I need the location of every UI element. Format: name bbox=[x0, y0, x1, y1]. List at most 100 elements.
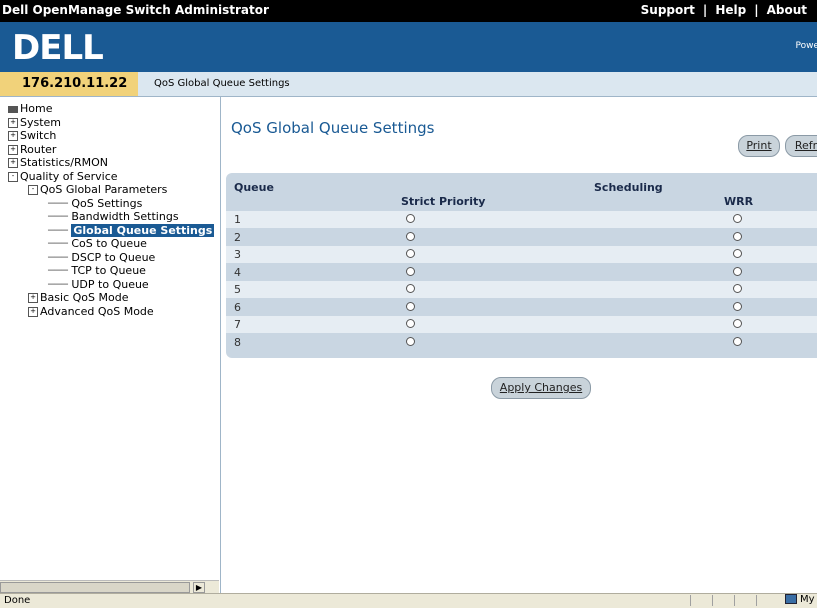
status-text: Done bbox=[4, 595, 31, 606]
table-row: 7 bbox=[226, 316, 817, 333]
queue-number: 4 bbox=[234, 265, 241, 279]
tree-item[interactable]: + Switch bbox=[8, 129, 214, 143]
tree-item-label[interactable]: System bbox=[20, 116, 61, 129]
app-title: Dell OpenManage Switch Administrator bbox=[2, 3, 269, 17]
strict-priority-radio[interactable] bbox=[406, 214, 415, 223]
about-link[interactable]: About bbox=[767, 3, 807, 17]
brand-bar: DELL Powe bbox=[0, 22, 817, 72]
tree-item[interactable]: + Basic QoS Mode bbox=[8, 291, 214, 305]
strict-priority-radio[interactable] bbox=[406, 301, 415, 311]
title-bar: Dell OpenManage Switch Administrator Sup… bbox=[0, 0, 817, 22]
strict-priority-radio[interactable] bbox=[406, 336, 415, 346]
tree-item-label[interactable]: Global Queue Settings bbox=[71, 223, 215, 237]
table-row: 1 bbox=[226, 211, 817, 228]
tree-item-label[interactable]: TCP to Queue bbox=[71, 264, 146, 277]
tree-item-label[interactable]: Advanced QoS Mode bbox=[40, 305, 154, 318]
tree-item-label[interactable]: QoS Global Parameters bbox=[40, 183, 167, 196]
status-bar: Done My Comp bbox=[0, 593, 817, 608]
support-link[interactable]: Support bbox=[641, 3, 695, 17]
computer-icon bbox=[785, 594, 797, 604]
queue-number: 8 bbox=[234, 335, 241, 349]
scheduling-column-header: Scheduling bbox=[594, 181, 663, 194]
queue-number: 7 bbox=[234, 318, 241, 331]
tree-item[interactable]: ─── TCP to Queue bbox=[8, 264, 214, 278]
dell-logo: DELL bbox=[12, 28, 104, 68]
tree-item-label[interactable]: Home bbox=[20, 102, 52, 115]
refresh-button[interactable]: Refr bbox=[785, 135, 817, 157]
expand-icon[interactable]: + bbox=[28, 293, 38, 303]
tree-item[interactable]: ─── Global Queue Settings bbox=[8, 223, 215, 238]
tree-item[interactable]: + Advanced QoS Mode bbox=[8, 305, 214, 319]
collapse-icon[interactable]: - bbox=[8, 171, 18, 182]
home-icon bbox=[8, 105, 18, 113]
help-link[interactable]: Help bbox=[715, 3, 746, 17]
device-ip: 176.210.11.22 bbox=[0, 72, 138, 96]
expand-icon[interactable]: + bbox=[8, 131, 18, 141]
tree-item-label[interactable]: Quality of Service bbox=[20, 170, 118, 183]
strict-priority-radio[interactable] bbox=[406, 319, 415, 328]
powered-by-text: Powe bbox=[795, 41, 817, 51]
tree-item[interactable]: ─── UDP to Queue bbox=[8, 278, 214, 292]
tree-item[interactable]: Home bbox=[8, 102, 214, 116]
address-bar: 176.210.11.22 QoS Global Queue Settings bbox=[0, 72, 817, 97]
tree-item[interactable]: ─── Bandwidth Settings bbox=[8, 210, 214, 224]
tree-item[interactable]: ─── QoS Settings bbox=[8, 197, 214, 211]
print-button[interactable]: Print bbox=[738, 135, 780, 157]
wrr-radio[interactable] bbox=[733, 249, 742, 258]
wrr-header: WRR bbox=[724, 195, 754, 208]
tree-item-label[interactable]: Statistics/RMON bbox=[20, 156, 108, 169]
strict-priority-radio[interactable] bbox=[406, 231, 415, 241]
top-links: Support | Help | About bbox=[640, 3, 807, 17]
queue-number: 6 bbox=[234, 300, 241, 314]
wrr-radio[interactable] bbox=[733, 231, 742, 241]
tree-item-label[interactable]: Bandwidth Settings bbox=[71, 210, 178, 223]
wrr-radio[interactable] bbox=[733, 336, 742, 346]
tree-item[interactable]: ─── CoS to Queue bbox=[8, 237, 214, 251]
horizontal-scrollbar[interactable]: ▶ bbox=[0, 580, 219, 594]
tree-item[interactable]: + Statistics/RMON bbox=[8, 156, 214, 170]
tree-item-label[interactable]: Basic QoS Mode bbox=[40, 291, 128, 304]
strict-priority-radio[interactable] bbox=[406, 249, 415, 258]
tree-item-label[interactable]: Router bbox=[20, 143, 56, 156]
wrr-radio[interactable] bbox=[733, 301, 742, 311]
tree-item[interactable]: + Router bbox=[8, 143, 214, 157]
apply-changes-button[interactable]: Apply Changes bbox=[491, 377, 591, 399]
queue-column-header: Queue bbox=[234, 181, 274, 194]
main-content: QoS Global Queue Settings Print Refr Que… bbox=[221, 97, 817, 593]
queue-settings-table: Queue Scheduling Strict Priority WRR 1 2 3… bbox=[226, 173, 817, 358]
tree-item[interactable]: + System bbox=[8, 116, 214, 130]
table-row: 3 bbox=[226, 246, 817, 263]
strict-priority-radio[interactable] bbox=[406, 284, 415, 293]
scroll-right-arrow-icon[interactable]: ▶ bbox=[193, 582, 205, 593]
table-row: 2 bbox=[226, 229, 817, 246]
table-row: 5 bbox=[226, 281, 817, 298]
queue-number: 5 bbox=[234, 283, 241, 296]
page-title: QoS Global Queue Settings bbox=[231, 119, 435, 137]
tree-item-label[interactable]: UDP to Queue bbox=[71, 278, 148, 291]
expand-icon[interactable]: + bbox=[8, 144, 18, 155]
expand-icon[interactable]: + bbox=[8, 158, 18, 168]
wrr-radio[interactable] bbox=[733, 214, 742, 223]
collapse-icon[interactable]: - bbox=[28, 185, 38, 195]
wrr-radio[interactable] bbox=[733, 319, 742, 328]
tree-item[interactable]: - QoS Global Parameters bbox=[8, 183, 214, 197]
table-row: 6 bbox=[226, 299, 817, 316]
navigation-tree-panel: Home + System + Switch + Router + Statistics/RMO… bbox=[0, 97, 221, 594]
tree-item-label[interactable]: Switch bbox=[20, 129, 56, 142]
tree-item[interactable]: ─── DSCP to Queue bbox=[8, 251, 214, 265]
queue-number: 2 bbox=[234, 230, 241, 244]
expand-icon[interactable]: + bbox=[8, 117, 18, 128]
security-zone: My Comp bbox=[785, 594, 817, 605]
wrr-radio[interactable] bbox=[733, 266, 742, 276]
expand-icon[interactable]: + bbox=[28, 306, 38, 317]
wrr-radio[interactable] bbox=[733, 284, 742, 293]
strict-priority-radio[interactable] bbox=[406, 266, 415, 276]
strict-priority-header: Strict Priority bbox=[401, 195, 486, 208]
tree-item[interactable]: - Quality of Service bbox=[8, 170, 214, 184]
tree-item-label[interactable]: DSCP to Queue bbox=[71, 251, 155, 264]
tree-item-label[interactable]: CoS to Queue bbox=[71, 237, 147, 250]
tree-item-label[interactable]: QoS Settings bbox=[71, 197, 142, 210]
scrollbar-thumb[interactable] bbox=[0, 582, 190, 593]
navigation-tree: Home + System + Switch + Router + Statistics/RMO… bbox=[8, 102, 215, 319]
queue-number: 3 bbox=[234, 248, 241, 261]
